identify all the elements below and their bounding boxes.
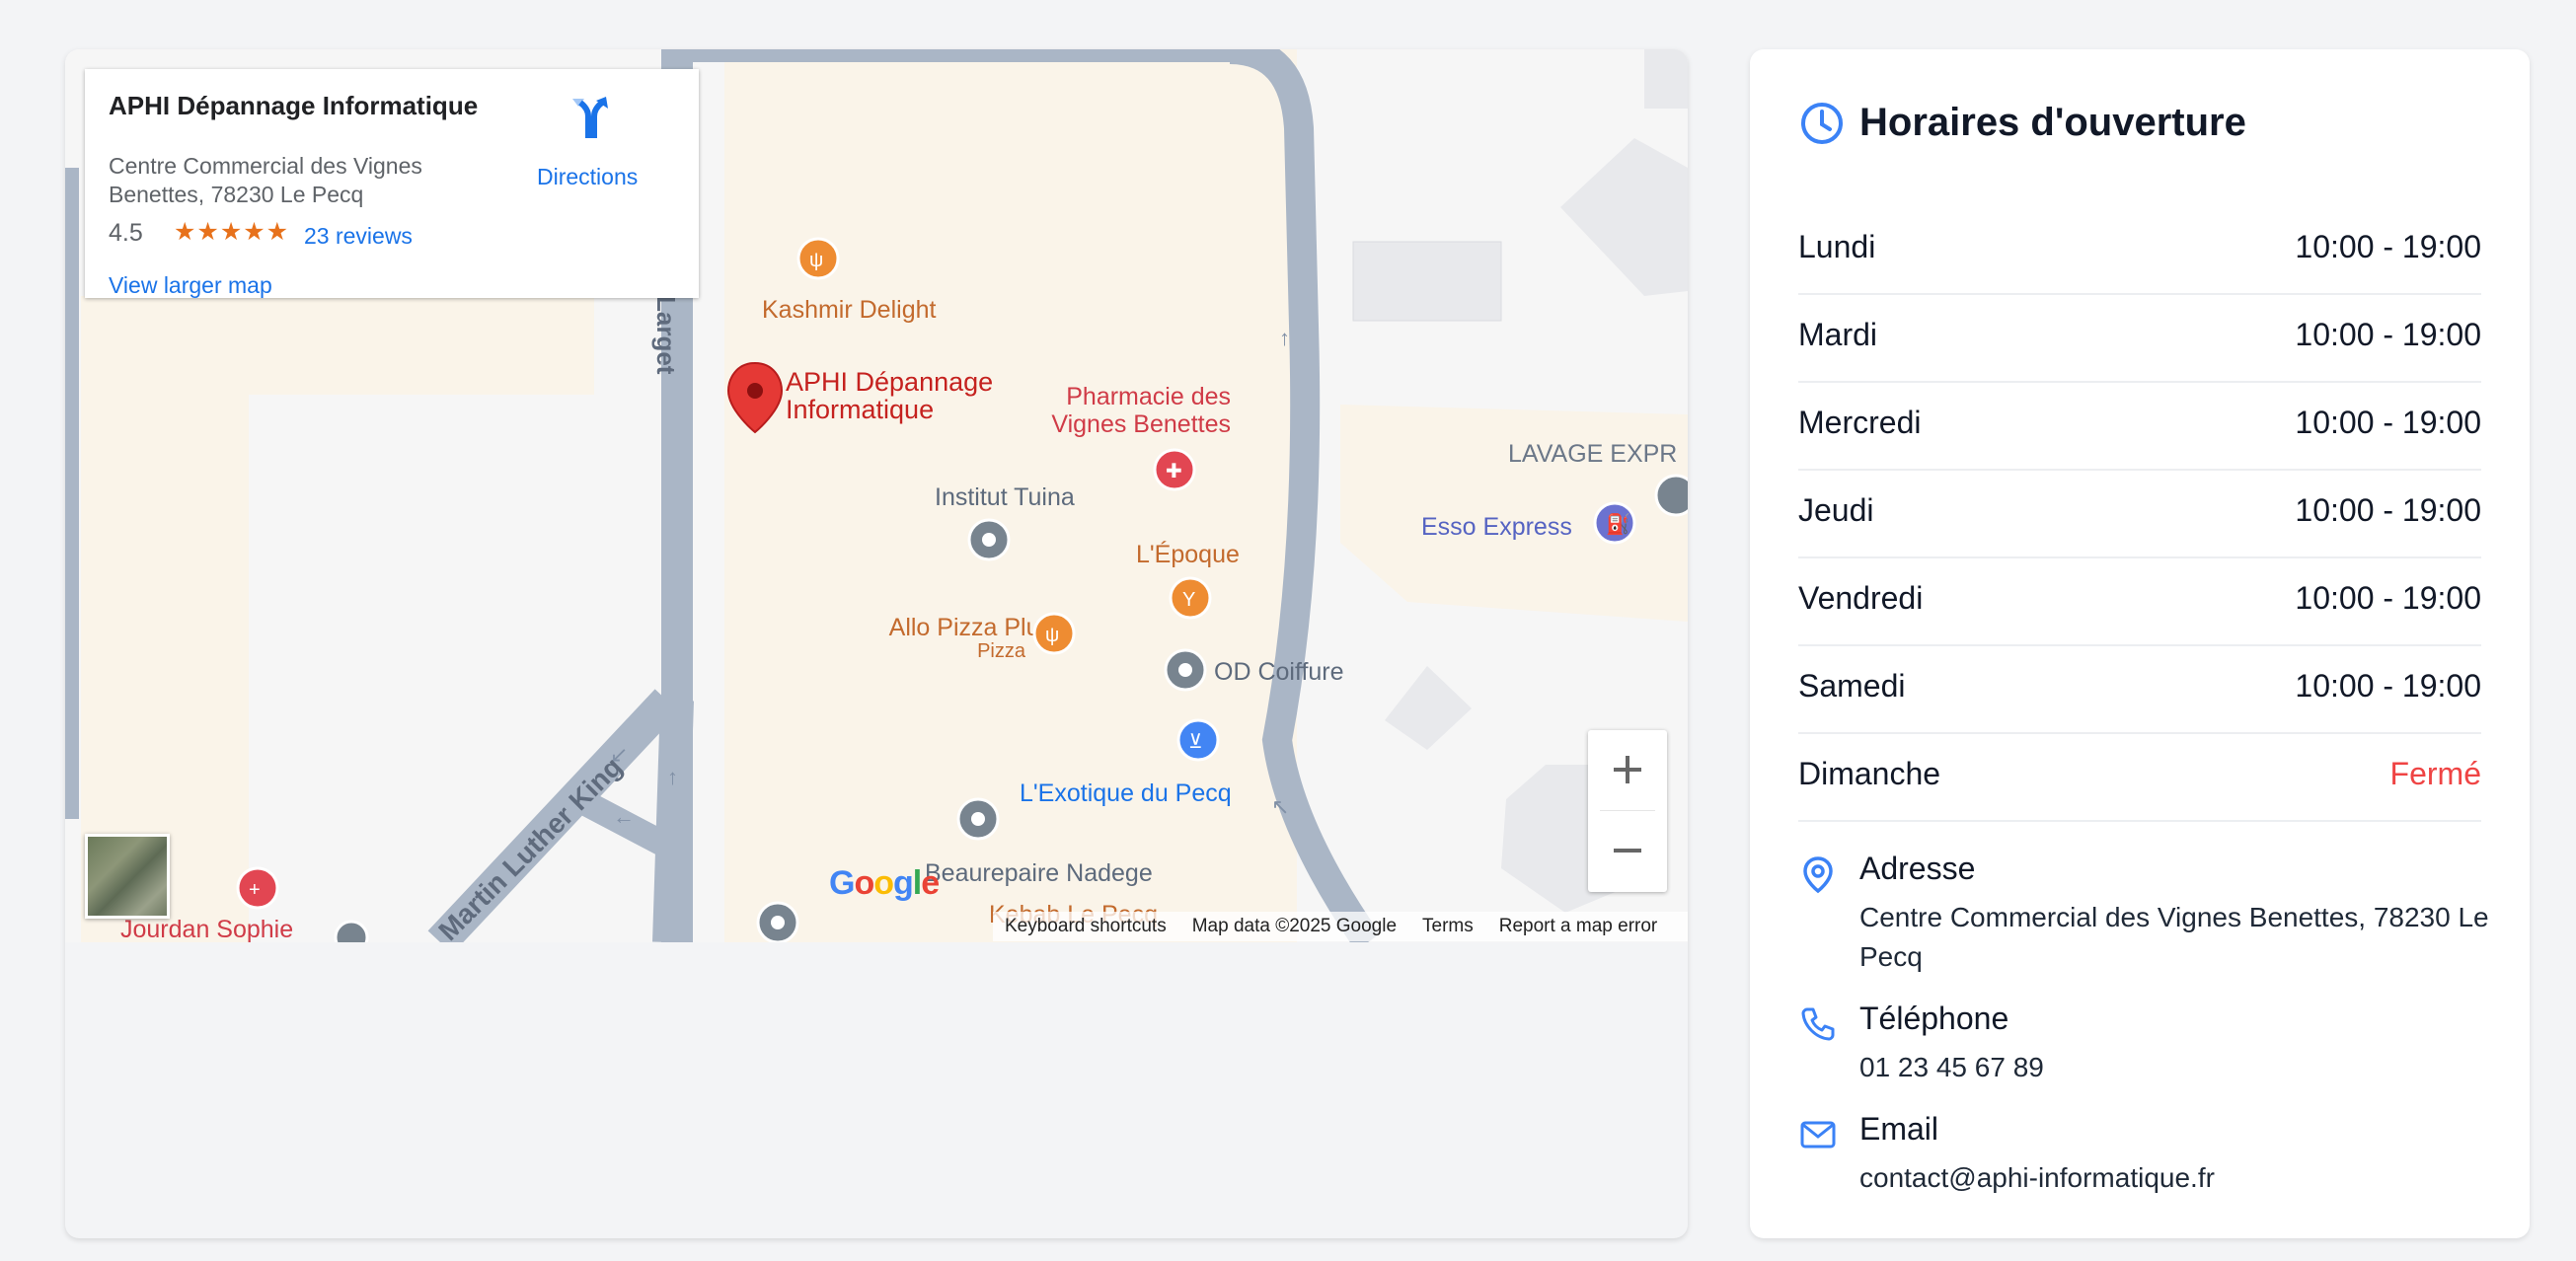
day-hours: 10:00 - 19:00: [2295, 405, 2481, 440]
hours-row-mercredi: Mercredi 10:00 - 19:00: [1798, 383, 2481, 471]
place-icon[interactable]: [1654, 474, 1688, 517]
poi-allo-pizza-sub: Pizza: [977, 640, 1026, 662]
poi-lepoque[interactable]: L'Époque: [1136, 540, 1240, 568]
terms-link[interactable]: Terms: [1422, 916, 1474, 937]
hours-title: Horaires d'ouverture: [1859, 101, 2246, 144]
svg-text:+: +: [249, 879, 261, 901]
directions-icon[interactable]: [568, 95, 614, 140]
poi-jourdan[interactable]: Jourdan Sophie: [120, 916, 293, 942]
keyboard-shortcuts-link[interactable]: Keyboard shortcuts: [1005, 916, 1167, 937]
day-label: Mercredi: [1798, 405, 1922, 440]
phone-value[interactable]: 01 23 45 67 89: [1859, 1048, 2491, 1087]
place-rating: 4.5: [109, 219, 143, 247]
reviews-link[interactable]: 23 reviews: [304, 223, 413, 250]
rating-stars-icon: ★★★★★: [174, 218, 290, 246]
svg-text:ψ: ψ: [1045, 625, 1059, 646]
svg-text:ψ: ψ: [809, 250, 823, 271]
address-label: Adresse: [1859, 851, 1976, 886]
phone-icon: [1801, 1007, 1835, 1041]
road-label-larget: Larget: [651, 296, 681, 375]
poi-aphi-line2[interactable]: Informatique: [786, 395, 934, 424]
zoom-controls: [1588, 730, 1667, 892]
poi-kashmir-delight[interactable]: Kashmir Delight: [762, 296, 937, 324]
address-value: Centre Commercial des Vignes Benettes, 7…: [1859, 902, 2489, 972]
clock-icon: [1801, 103, 1843, 144]
poi-esso[interactable]: Esso Express: [1421, 513, 1572, 541]
day-label: Jeudi: [1798, 492, 1874, 528]
hours-list: Lundi 10:00 - 19:00 Mardi 10:00 - 19:00 …: [1798, 207, 2481, 822]
road-arrow: ↑: [667, 765, 678, 789]
poi-beaurepaire[interactable]: Beaurepaire Nadege: [925, 859, 1153, 887]
day-label: Samedi: [1798, 668, 1906, 704]
svg-text:Y: Y: [1182, 589, 1195, 611]
place-info-card: APHI Dépannage Informatique Centre Comme…: [85, 69, 699, 298]
day-label: Lundi: [1798, 229, 1876, 264]
hours-row-mardi: Mardi 10:00 - 19:00: [1798, 295, 2481, 383]
google-logo: Google: [829, 864, 940, 902]
report-map-error-link[interactable]: Report a map error: [1499, 916, 1658, 937]
hours-row-lundi: Lundi 10:00 - 19:00: [1798, 207, 2481, 295]
poi-pharmacie-line1[interactable]: Pharmacie des: [1066, 383, 1231, 410]
map-attribution: Keyboard shortcuts Map data ©2025 Google…: [993, 912, 1688, 941]
day-hours: 10:00 - 19:00: [2295, 580, 2481, 616]
poi-lavage[interactable]: LAVAGE EXPR: [1508, 440, 1677, 468]
road-arrow: ↖: [1271, 794, 1289, 819]
zoom-out-button[interactable]: [1588, 811, 1667, 890]
map-data-text: Map data ©2025 Google: [1191, 916, 1398, 936]
hours-row-samedi: Samedi 10:00 - 19:00: [1798, 646, 2481, 734]
minus-icon: [1614, 849, 1641, 853]
phone-label: Téléphone: [1859, 1001, 2009, 1036]
view-larger-map-link[interactable]: View larger map: [109, 272, 272, 299]
mail-icon: [1800, 1121, 1836, 1149]
poi-institut-tuina[interactable]: Institut Tuina: [935, 483, 1075, 511]
closed-badge: Fermé: [2389, 756, 2481, 791]
svg-text:✚: ✚: [1166, 461, 1182, 482]
hours-row-jeudi: Jeudi 10:00 - 19:00: [1798, 471, 2481, 558]
svg-text:⛽: ⛽: [1606, 512, 1630, 536]
poi-exotique[interactable]: L'Exotique du Pecq: [1020, 779, 1232, 807]
road-arrow: ←: [613, 804, 635, 829]
day-label: Vendredi: [1798, 580, 1924, 616]
location-pin-icon: [1803, 856, 1833, 894]
day-hours: 10:00 - 19:00: [2295, 492, 2481, 528]
place-name: APHI Dépannage Informatique: [109, 91, 479, 120]
directions-link[interactable]: Directions: [537, 164, 638, 190]
poi-pharmacie-line2[interactable]: Vignes Benettes: [1051, 410, 1231, 438]
email-label: Email: [1859, 1111, 1939, 1147]
place-address: Centre Commercial des Vignes Benettes, 7…: [109, 153, 422, 207]
satellite-toggle-button[interactable]: [85, 834, 170, 919]
poi-allo-pizza[interactable]: Allo Pizza Plus: [889, 614, 1052, 641]
poi-od-coiffure[interactable]: OD Coiffure: [1214, 658, 1344, 686]
hours-card: Horaires d'ouverture Lundi 10:00 - 19:00…: [1750, 49, 2530, 1238]
poi-aphi-line1[interactable]: APHI Dépannage: [786, 367, 993, 397]
plus-icon: [1614, 756, 1641, 783]
svg-text:⊻: ⊻: [1188, 731, 1203, 753]
day-hours: 10:00 - 19:00: [2295, 668, 2481, 704]
email-value[interactable]: contact@aphi-informatique.fr: [1859, 1158, 2491, 1198]
hours-row-vendredi: Vendredi 10:00 - 19:00: [1798, 558, 2481, 646]
place-icon[interactable]: [334, 920, 369, 942]
hours-row-dimanche: Dimanche Fermé: [1798, 734, 2481, 822]
map-embed[interactable]: ↑ ↖ ↑ ↙ ← Larget Martin Luther King ψ Ka…: [65, 49, 1688, 1238]
road-arrow: ↑: [1279, 326, 1290, 350]
day-hours: 10:00 - 19:00: [2295, 229, 2481, 264]
day-label: Dimanche: [1798, 756, 1941, 791]
zoom-in-button[interactable]: [1588, 730, 1667, 809]
day-label: Mardi: [1798, 317, 1878, 352]
day-hours: 10:00 - 19:00: [2295, 317, 2481, 352]
